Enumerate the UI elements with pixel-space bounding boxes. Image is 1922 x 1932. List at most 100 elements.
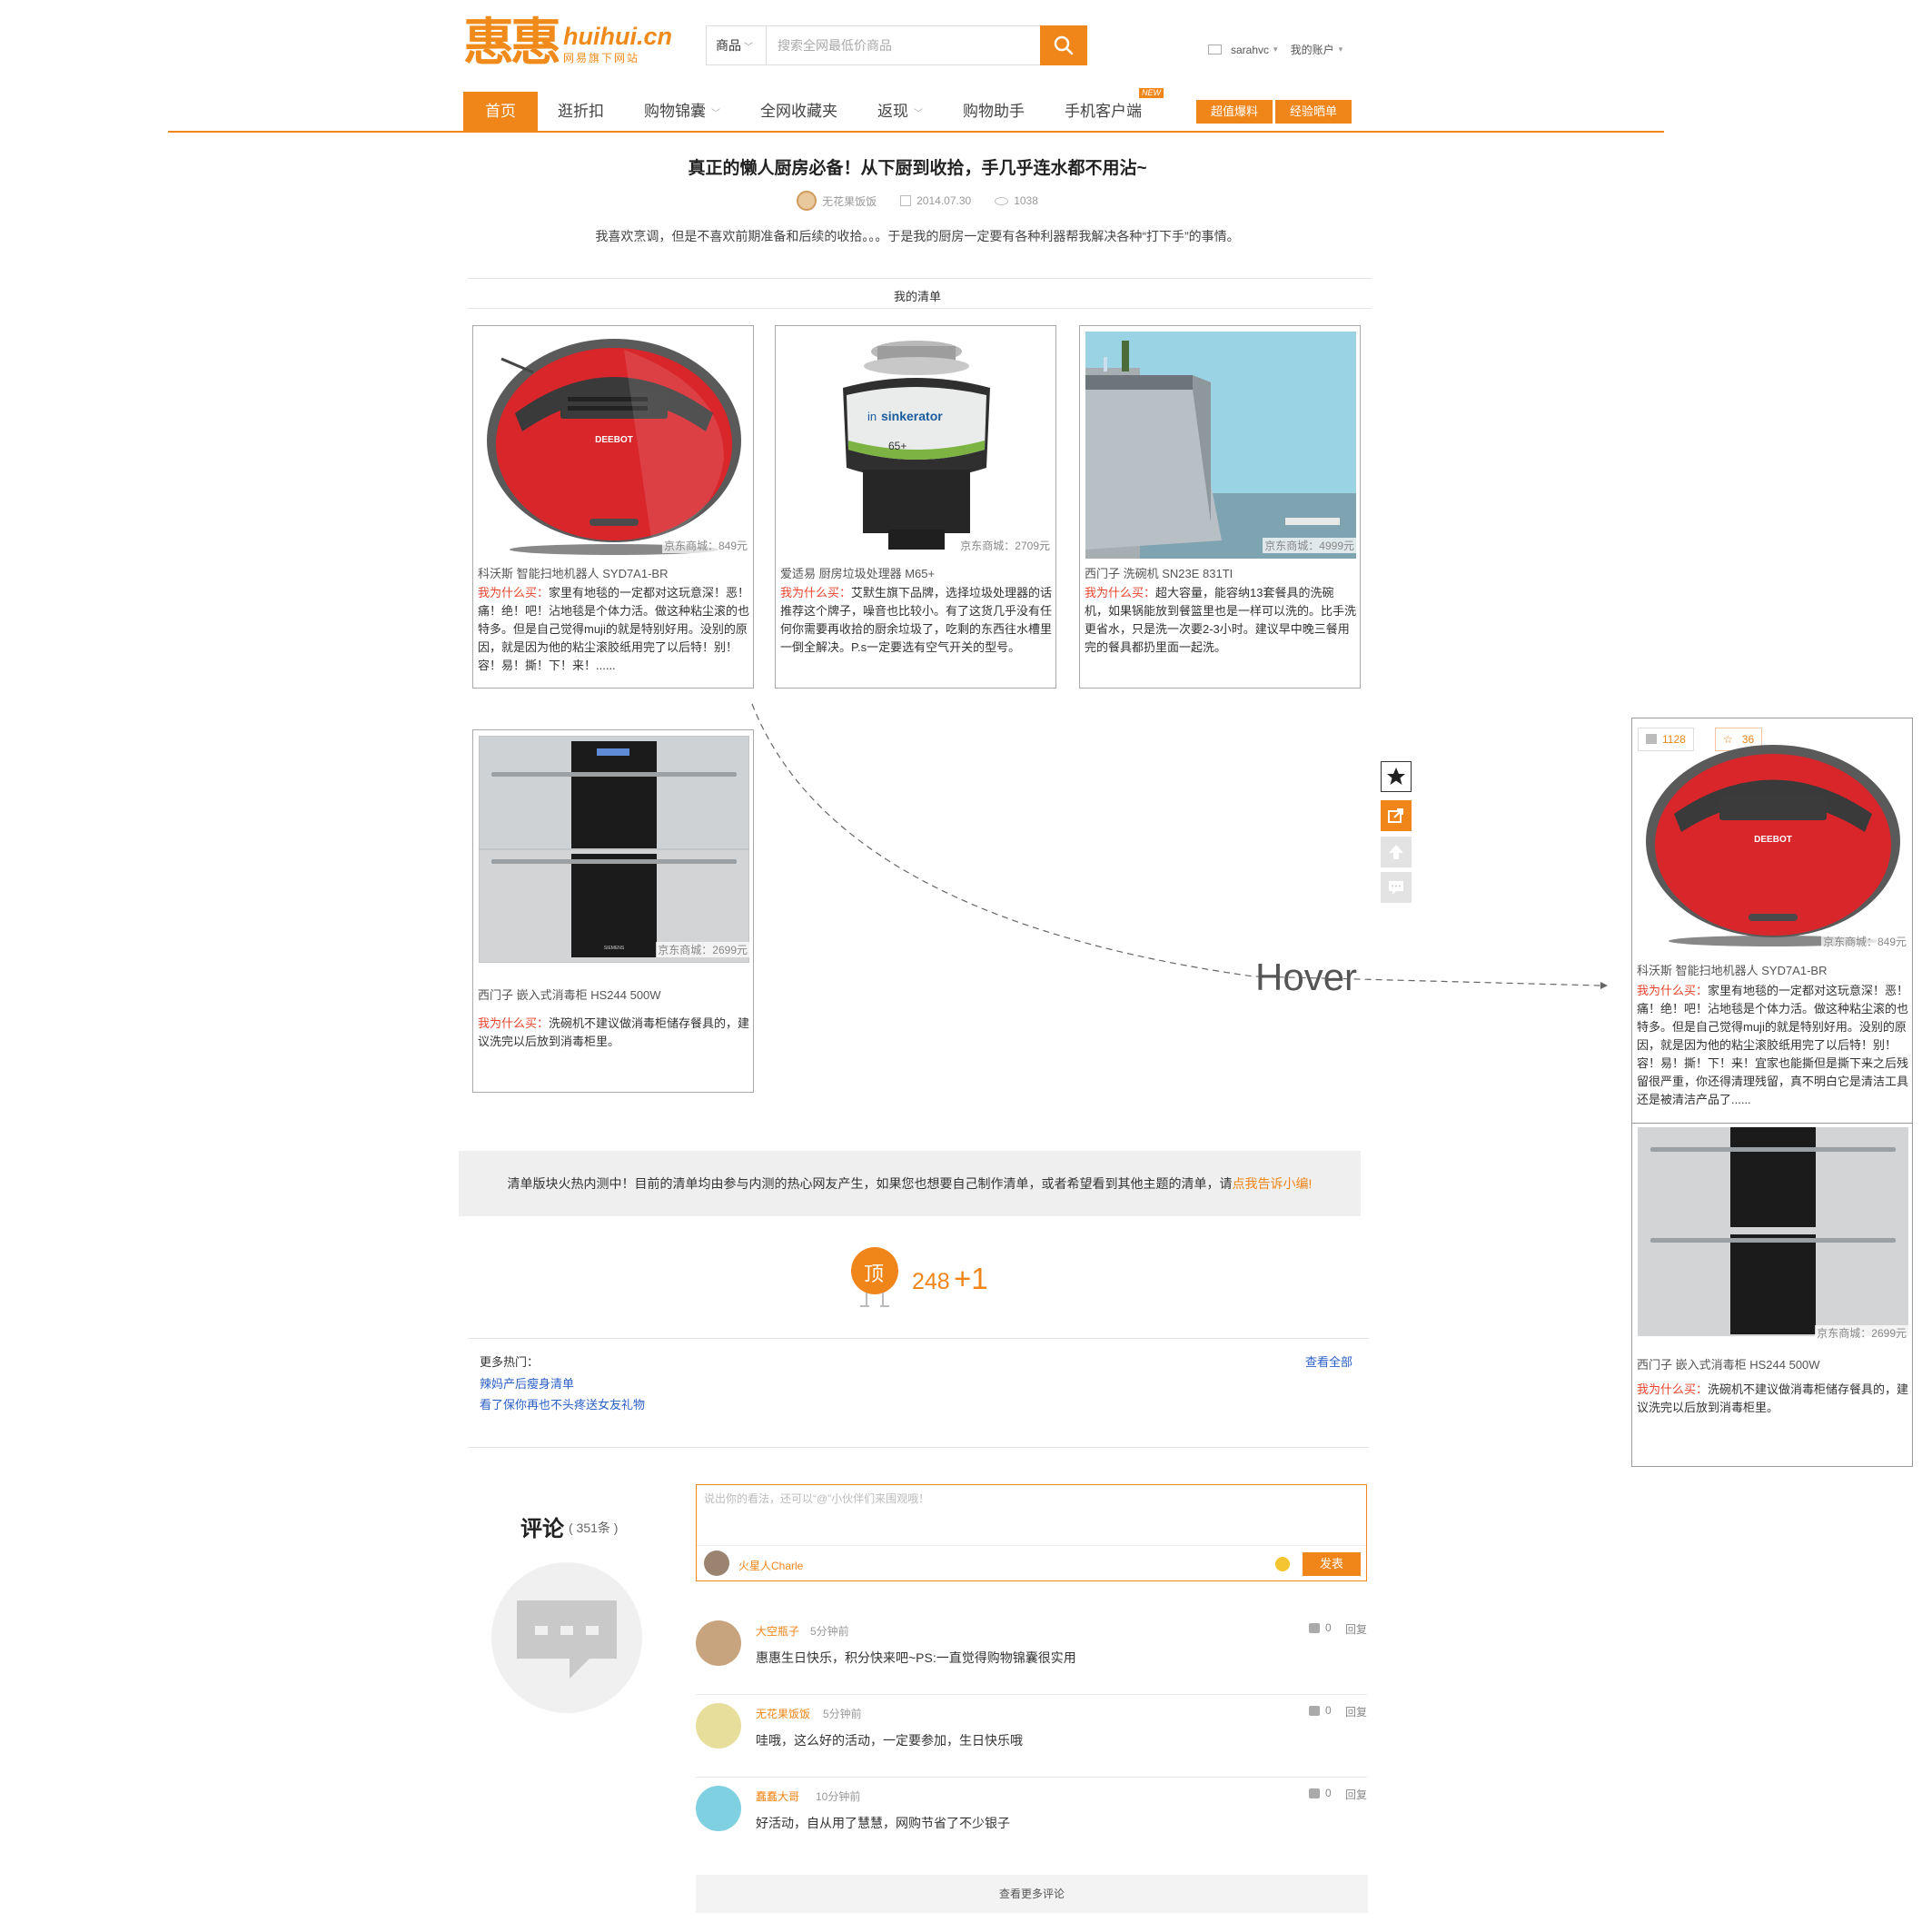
why-label: 我为什么买： xyxy=(478,586,550,599)
comments-title: 评论 xyxy=(520,1517,564,1541)
nav-shopping-assistant[interactable]: 购物助手 xyxy=(943,92,1045,131)
emoji-icon[interactable] xyxy=(1275,1557,1290,1571)
publish-date: 2014.07.30 xyxy=(916,194,972,207)
why-label: 我为什么买： xyxy=(1637,1382,1709,1396)
nav-label: 首页 xyxy=(485,103,516,120)
comment-time: 5分钟前 xyxy=(810,1625,849,1638)
comment-like-count: 0 xyxy=(1325,1787,1332,1799)
svg-text:65+: 65+ xyxy=(888,440,907,452)
nav-favorites[interactable]: 全网收藏夹 xyxy=(740,92,857,131)
search-input[interactable] xyxy=(767,26,1040,64)
nav-label: 全网收藏夹 xyxy=(760,103,837,120)
commenter-name[interactable]: 蠢蠢大哥 xyxy=(756,1788,799,1804)
comment-reply-button[interactable]: 回复 xyxy=(1345,1787,1367,1802)
nav-shopping-tips[interactable]: 购物锦囊 ﹀ xyxy=(624,92,740,131)
svg-text:sinkerator: sinkerator xyxy=(881,409,943,423)
product-card[interactable]: SIEMENS 京东商城：2699元 西门子 嵌入式消毒柜 HS244 500W… xyxy=(472,729,754,1093)
author-name[interactable]: 无花果饭饭 xyxy=(822,193,877,209)
user-area: sarahvc ▾ 我的账户 ▾ xyxy=(1208,42,1355,57)
comment-text: 好活动，自从用了慧慧，网购节省了不少银子 xyxy=(756,1816,1010,1830)
comment-reply-button[interactable]: 回复 xyxy=(1345,1704,1367,1719)
eye-icon xyxy=(995,196,1009,205)
my-account-link[interactable]: 我的账户 xyxy=(1291,42,1334,57)
back-to-top-button[interactable] xyxy=(1381,837,1412,867)
product-card[interactable]: in sinkerator 65+ 京东商城：2709元 爱适易 厨房垃圾处理器… xyxy=(775,325,1056,689)
chevron-down-icon: ﹀ xyxy=(711,109,720,119)
hover-product-card[interactable]: 1128 ☆ 36 DEEBOT 京东商城：849元 科沃斯 智能扫地机器人 SY… xyxy=(1631,718,1913,1467)
comment-text: 惠惠生日快乐，积分快来吧~PS:一直觉得购物锦囊很实用 xyxy=(756,1650,1076,1665)
product-reason: 我为什么买：艾默生旗下品牌，选择垃圾处理器的话推荐这个牌子，噪音也比较小。有了这… xyxy=(780,584,1053,657)
divider xyxy=(1632,1123,1912,1124)
notice-feedback-link[interactable]: 点我告诉小编! xyxy=(1233,1176,1313,1191)
product-name[interactable]: 爱适易 厨房垃圾处理器 M65+ xyxy=(780,564,935,581)
comment-composer: 火星人Charle 发表 xyxy=(696,1484,1367,1581)
share-icon xyxy=(1388,808,1403,823)
load-more-comments-button[interactable]: 查看更多评论 xyxy=(696,1875,1368,1913)
nav-cashback[interactable]: 返现 ﹀ xyxy=(857,92,943,131)
username-link[interactable]: sarahvc xyxy=(1231,44,1269,56)
favorite-button[interactable] xyxy=(1381,761,1412,792)
upvote-label: 顶 xyxy=(864,1263,885,1285)
site-logo[interactable]: 惠惠 huihui.cn 网易旗下网站 xyxy=(463,16,672,71)
view-all-link[interactable]: 查看全部 xyxy=(1305,1352,1352,1370)
comment-icon xyxy=(1389,881,1403,895)
share-button[interactable] xyxy=(1381,800,1412,831)
product-name[interactable]: 西门子 嵌入式消毒柜 HS244 500W xyxy=(1637,1355,1820,1372)
logo-subtitle: 网易旗下网站 xyxy=(563,51,640,64)
comment-text: 哇哦，这么好的活动，一定要参加，生日快乐哦 xyxy=(756,1733,1023,1748)
product-card[interactable]: 京东商城：4999元 西门子 洗碗机 SN23E 831TI 我为什么买：超大容… xyxy=(1079,325,1361,689)
product-image-dishwasher xyxy=(1085,332,1356,559)
hover-label: Hover xyxy=(1255,956,1358,998)
reason-text: 家里有地毯的一定都对这玩意深！恶！痛！绝！吧！沾地毯是个体力活。做这种粘尘滚的也… xyxy=(1637,984,1909,1106)
nav-label: 购物助手 xyxy=(963,103,1025,120)
search-category-select[interactable]: 商品 ﹀ xyxy=(707,26,767,64)
product-card[interactable]: DEEBOT 京东商城：849元 科沃斯 智能扫地机器人 SYD7A1-BR 我… xyxy=(472,325,754,689)
commenter-avatar[interactable] xyxy=(696,1620,741,1666)
product-name[interactable]: 西门子 洗碗机 SN23E 831TI xyxy=(1085,564,1233,581)
comment-bubble-icon xyxy=(517,1600,617,1679)
product-reason: 我为什么买：洗碗机不建议做消毒柜储存餐具的，建议洗完以后放到消毒柜里。 xyxy=(1637,1381,1909,1417)
chevron-down-icon: ﹀ xyxy=(744,43,753,53)
nav-home[interactable]: 首页 xyxy=(463,92,538,131)
comment-like-button[interactable]: 0 xyxy=(1309,1621,1332,1634)
commenter-name[interactable]: 无花果饭饭 xyxy=(756,1706,810,1721)
commenter-name[interactable]: 大空瓶子 xyxy=(756,1623,799,1639)
thumbs-up-icon xyxy=(1309,1622,1320,1633)
why-label: 我为什么买： xyxy=(1637,984,1709,997)
comment-jump-button[interactable] xyxy=(1381,872,1412,903)
comment-like-button[interactable]: 0 xyxy=(1309,1704,1332,1717)
comment-reply-button[interactable]: 回复 xyxy=(1345,1621,1367,1637)
commenter-avatar[interactable] xyxy=(696,1786,741,1831)
page-title: 真正的懒人厨房必备！从下厨到收拾，手几乎连水都不用沾~ xyxy=(688,159,1147,178)
product-name[interactable]: 科沃斯 智能扫地机器人 SYD7A1-BR xyxy=(478,564,668,581)
comment-input[interactable] xyxy=(704,1492,1340,1505)
nav-discounts[interactable]: 逛折扣 xyxy=(538,92,624,131)
nav-underline xyxy=(168,131,1664,133)
arrow-up-icon xyxy=(1389,845,1403,859)
hot-list-link[interactable]: 辣妈产后瘦身清单 xyxy=(480,1374,574,1392)
current-user-name[interactable]: 火星人Charle xyxy=(738,1558,803,1573)
commenter-avatar[interactable] xyxy=(696,1703,741,1749)
send-comment-button[interactable]: 发表 xyxy=(1303,1552,1361,1576)
product-name[interactable]: 科沃斯 智能扫地机器人 SYD7A1-BR xyxy=(1637,961,1827,978)
more-hot-label: 更多热门： xyxy=(480,1355,540,1369)
submit-deal-button[interactable]: 超值爆料 xyxy=(1196,100,1273,124)
hover-product-image-sterilizer xyxy=(1638,1127,1908,1336)
share-experience-button[interactable]: 经验晒单 xyxy=(1275,100,1352,124)
search-icon xyxy=(1054,35,1074,55)
mail-icon[interactable] xyxy=(1208,45,1222,54)
chevron-down-icon: ﹀ xyxy=(914,109,923,119)
search-button[interactable] xyxy=(1040,25,1087,65)
product-name[interactable]: 西门子 嵌入式消毒柜 HS244 500W xyxy=(478,986,661,1003)
article-description: 我喜欢烹调，但是不喜欢前期准备和后续的收拾。。。于是我的厨房一定要有各种利器帮我… xyxy=(595,229,1240,243)
hot-list-link[interactable]: 看了保你再也不头疼送女友礼物 xyxy=(480,1395,645,1412)
nav-mobile-client[interactable]: 手机客户端 NEW xyxy=(1045,88,1164,131)
divider xyxy=(697,1545,1366,1546)
author-avatar[interactable] xyxy=(797,191,817,211)
comment-like-button[interactable]: 0 xyxy=(1309,1787,1332,1799)
new-badge: NEW xyxy=(1139,88,1164,98)
svg-text:SIEMENS: SIEMENS xyxy=(604,946,625,951)
comment-time: 5分钟前 xyxy=(823,1708,862,1720)
nav-action-buttons: 超值爆料 经验晒单 xyxy=(1196,100,1354,124)
logo-text: 惠惠 xyxy=(463,14,561,73)
